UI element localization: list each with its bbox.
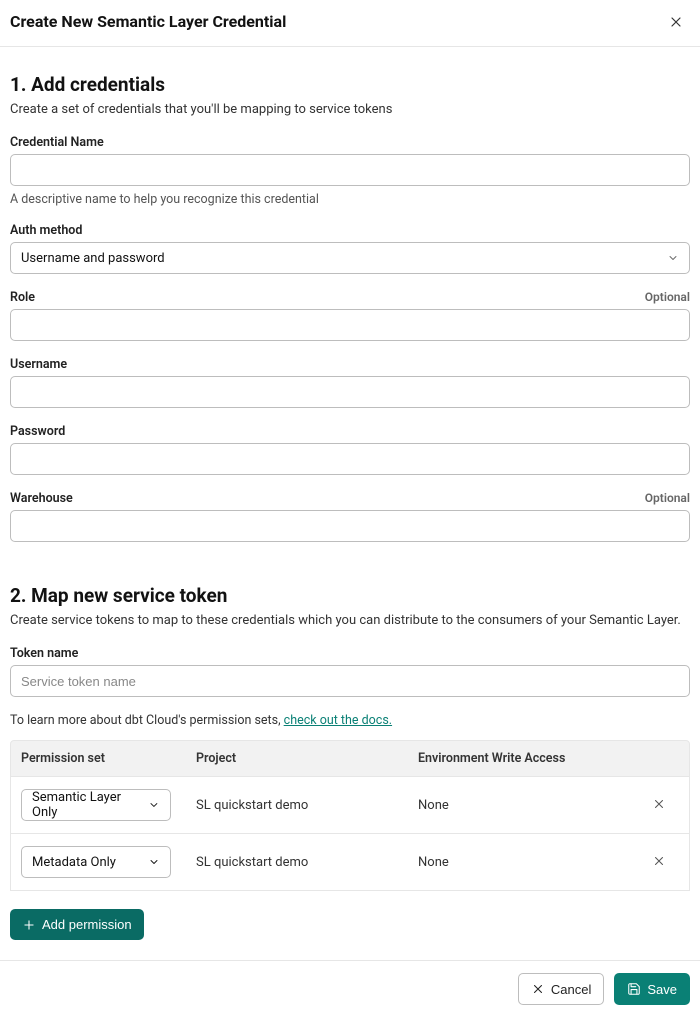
permission-table: Permission set Project Environment Write… xyxy=(10,740,690,891)
section-2-title: 2. Map new service token xyxy=(10,584,690,607)
cancel-label: Cancel xyxy=(551,982,591,997)
remove-row-button[interactable] xyxy=(648,793,670,818)
col-header-env-access: Environment Write Access xyxy=(418,751,639,766)
close-icon xyxy=(652,797,666,811)
add-permission-button[interactable]: Add permission xyxy=(10,909,144,940)
create-credential-modal: Create New Semantic Layer Credential 1. … xyxy=(0,0,700,1017)
credential-name-help: A descriptive name to help you recognize… xyxy=(10,192,690,207)
field-credential-name: Credential Name A descriptive name to he… xyxy=(10,135,690,207)
save-icon xyxy=(627,982,641,996)
docs-prefix: To learn more about dbt Cloud's permissi… xyxy=(10,713,284,728)
username-label: Username xyxy=(10,357,67,372)
token-name-input[interactable] xyxy=(10,665,690,697)
save-label: Save xyxy=(647,982,677,997)
project-cell: SL quickstart demo xyxy=(196,855,418,870)
field-password: Password xyxy=(10,424,690,475)
field-token-name: Token name xyxy=(10,646,690,697)
field-role: Role Optional xyxy=(10,290,690,341)
modal-title: Create New Semantic Layer Credential xyxy=(10,12,286,33)
field-warehouse: Warehouse Optional xyxy=(10,491,690,542)
chevron-down-icon xyxy=(148,856,160,868)
col-header-permission-set: Permission set xyxy=(21,751,196,766)
credential-name-label: Credential Name xyxy=(10,135,104,150)
permission-row: Semantic Layer Only SL quickstart demo N… xyxy=(10,777,690,834)
permission-set-select[interactable]: Metadata Only xyxy=(21,846,171,878)
permission-table-header: Permission set Project Environment Write… xyxy=(10,740,690,777)
role-input[interactable] xyxy=(10,309,690,341)
section-1-title: 1. Add credentials xyxy=(10,73,690,96)
warehouse-input[interactable] xyxy=(10,510,690,542)
close-icon xyxy=(652,854,666,868)
plus-icon xyxy=(22,918,36,932)
docs-link[interactable]: check out the docs. xyxy=(284,713,392,728)
password-label: Password xyxy=(10,424,65,439)
role-label: Role xyxy=(10,290,35,305)
project-cell: SL quickstart demo xyxy=(196,798,418,813)
close-icon xyxy=(531,982,545,996)
token-name-label: Token name xyxy=(10,646,78,661)
permission-set-value: Semantic Layer Only xyxy=(32,790,148,820)
field-username: Username xyxy=(10,357,690,408)
warehouse-label: Warehouse xyxy=(10,491,73,506)
chevron-down-icon xyxy=(667,252,679,264)
chevron-down-icon xyxy=(148,799,160,811)
docs-line: To learn more about dbt Cloud's permissi… xyxy=(10,713,690,728)
auth-method-label: Auth method xyxy=(10,223,82,238)
warehouse-optional: Optional xyxy=(645,491,690,505)
modal-footer: Cancel Save xyxy=(0,960,700,1017)
section-1-desc: Create a set of credentials that you'll … xyxy=(10,102,690,117)
close-icon xyxy=(668,14,684,30)
role-optional: Optional xyxy=(645,290,690,304)
env-access-cell: None xyxy=(418,798,639,813)
cancel-button[interactable]: Cancel xyxy=(518,973,604,1005)
section-2-desc: Create service tokens to map to these cr… xyxy=(10,613,690,628)
permission-set-value: Metadata Only xyxy=(32,855,116,870)
remove-row-button[interactable] xyxy=(648,850,670,875)
close-button[interactable] xyxy=(664,10,688,34)
permission-set-select[interactable]: Semantic Layer Only xyxy=(21,789,171,821)
env-access-cell: None xyxy=(418,855,639,870)
credential-name-input[interactable] xyxy=(10,154,690,186)
field-auth-method: Auth method Username and password xyxy=(10,223,690,274)
auth-method-select[interactable]: Username and password xyxy=(10,242,690,274)
col-header-project: Project xyxy=(196,751,418,766)
auth-method-value: Username and password xyxy=(21,251,165,266)
permission-row: Metadata Only SL quickstart demo None xyxy=(10,834,690,891)
add-permission-label: Add permission xyxy=(42,917,132,932)
modal-header: Create New Semantic Layer Credential xyxy=(0,0,700,47)
save-button[interactable]: Save xyxy=(614,973,690,1005)
username-input[interactable] xyxy=(10,376,690,408)
modal-body: 1. Add credentials Create a set of crede… xyxy=(0,47,700,960)
password-input[interactable] xyxy=(10,443,690,475)
